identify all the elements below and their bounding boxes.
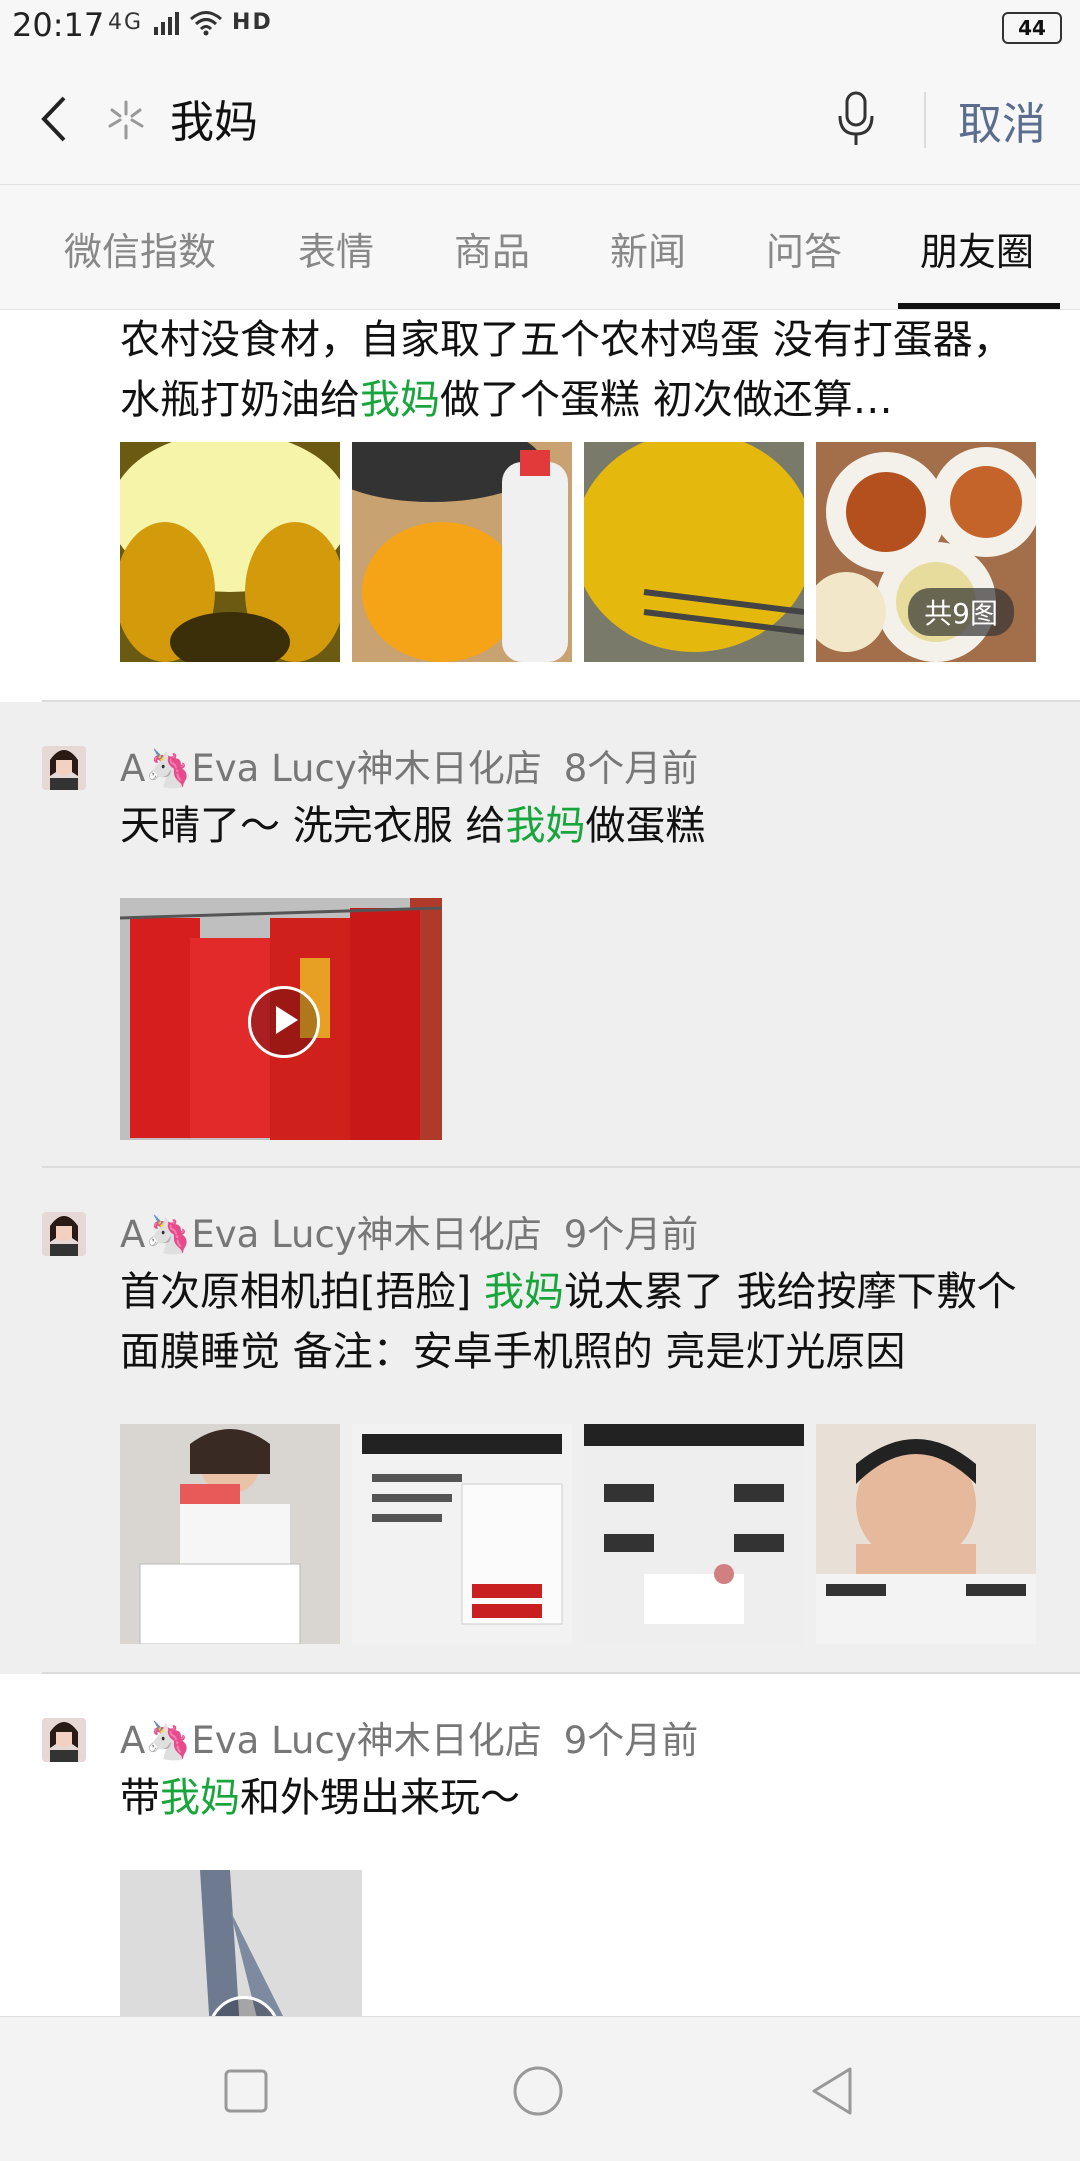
post-image[interactable] — [120, 1424, 340, 1644]
tab-products[interactable]: 商品 — [454, 221, 530, 276]
post-time: 9个月前 — [563, 1213, 699, 1256]
tab-moments[interactable]: 朋友圈 — [920, 221, 1034, 276]
author-name[interactable]: A🦄Eva Lucy神木日化店 — [120, 747, 542, 790]
moment-post[interactable]: A🦄Eva Lucy神木日化店 9个月前 带我妈和外甥出来玩～ — [0, 1674, 1080, 2016]
post-meta: A🦄Eva Lucy神木日化店 9个月前 — [120, 1204, 698, 1258]
back-nav-icon[interactable] — [806, 2065, 858, 2117]
post-text: 天晴了～ 洗完衣服 给我妈做蛋糕 — [120, 803, 706, 849]
avatar[interactable] — [42, 746, 86, 790]
avatar[interactable] — [42, 1212, 86, 1256]
post-time: 9个月前 — [563, 1719, 699, 1762]
tab-wechat-index[interactable]: 微信指数 — [64, 221, 216, 276]
image-count-badge: 共9图 — [908, 588, 1014, 636]
home-icon[interactable] — [512, 2065, 564, 2117]
post-meta: A🦄Eva Lucy神木日化店 8个月前 — [120, 738, 698, 792]
post-image[interactable] — [352, 442, 572, 662]
search-header: 我妈 取消 — [0, 56, 1080, 185]
search-category-tabs: 微信指数 表情 商品 新闻 问答 朋友圈 — [0, 185, 1080, 310]
moment-post[interactable]: 农村没食材，自家取了五个农村鸡蛋 没有打蛋器，水瓶打奶油给我妈做了个蛋糕 初次做… — [0, 310, 1080, 702]
active-tab-indicator — [898, 303, 1060, 309]
post-image[interactable]: 共9图 — [816, 442, 1036, 662]
post-text: 带我妈和外甥出来玩～ — [120, 1775, 520, 1821]
tab-news[interactable]: 新闻 — [610, 221, 686, 276]
signal-icon — [154, 12, 180, 35]
post-video-thumbnail[interactable] — [120, 898, 442, 1140]
signal-wifi-icons: 4G HD — [108, 10, 273, 36]
wifi-icon — [190, 11, 223, 36]
post-image[interactable] — [584, 1424, 804, 1644]
moment-post[interactable]: A🦄Eva Lucy神木日化店 8个月前 天晴了～ 洗完衣服 给我妈做蛋糕 — [0, 702, 1080, 1168]
tab-stickers[interactable]: 表情 — [298, 221, 374, 276]
post-meta: A🦄Eva Lucy神木日化店 9个月前 — [120, 1710, 698, 1764]
post-image[interactable] — [120, 442, 340, 662]
author-name[interactable]: A🦄Eva Lucy神木日化店 — [120, 1213, 542, 1256]
post-image[interactable] — [352, 1424, 572, 1644]
search-icon — [108, 100, 144, 140]
moments-results: 农村没食材，自家取了五个农村鸡蛋 没有打蛋器，水瓶打奶油给我妈做了个蛋糕 初次做… — [0, 310, 1080, 2016]
status-bar: 20:17 4G HD 44 — [0, 0, 1080, 56]
post-image[interactable] — [584, 442, 804, 662]
avatar[interactable] — [42, 1718, 86, 1762]
hd-icon: HD — [232, 10, 273, 35]
search-input[interactable]: 我妈 — [170, 86, 258, 150]
cancel-button[interactable]: 取消 — [958, 88, 1046, 152]
post-video-thumbnail[interactable] — [120, 1870, 362, 2016]
post-image[interactable] — [816, 1424, 1036, 1644]
post-text: 农村没食材，自家取了五个农村鸡蛋 没有打蛋器，水瓶打奶油给我妈做了个蛋糕 初次做… — [120, 317, 1013, 423]
back-arrow-icon[interactable] — [38, 94, 68, 144]
play-icon[interactable] — [248, 986, 320, 1058]
system-navigation-bar — [0, 2016, 1080, 2161]
post-text: 首次原相机拍[捂脸] 我妈说太累了 我给按摩下敷个面膜睡觉 备注：安卓手机照的 … — [120, 1269, 1017, 1375]
microphone-icon[interactable] — [836, 90, 876, 148]
header-divider — [924, 92, 926, 148]
recent-apps-icon[interactable] — [220, 2065, 272, 2117]
network-type: 4G — [108, 10, 144, 35]
author-name[interactable]: A🦄Eva Lucy神木日化店 — [120, 1719, 542, 1762]
post-time: 8个月前 — [563, 747, 699, 790]
tab-qa[interactable]: 问答 — [766, 221, 842, 276]
battery-icon: 44 — [1002, 12, 1062, 44]
moment-post[interactable]: A🦄Eva Lucy神木日化店 9个月前 首次原相机拍[捂脸] 我妈说太累了 我给… — [0, 1168, 1080, 1674]
status-time: 20:17 — [12, 6, 105, 44]
